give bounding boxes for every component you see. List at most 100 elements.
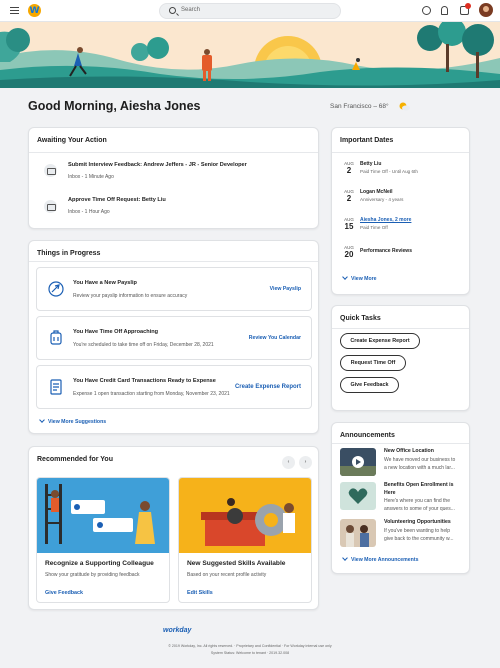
announcement-title: New Office Location <box>384 448 434 454</box>
volunteering-thumbnail <box>340 519 376 547</box>
awaiting-action-title: Awaiting Your Action <box>37 137 107 144</box>
footer-copyright: © 2019 Workday, Inc. All rights reserved… <box>168 644 332 648</box>
recommendation-title: Recognize a Supporting Colleague <box>45 560 154 567</box>
time-off-suggestion: You Have Time Off Approaching You're sch… <box>36 316 312 360</box>
important-dates-card: Important Dates AUG 2 Betty Liu Paid Tim… <box>331 127 470 295</box>
give-feedback-link[interactable]: Give Feedback <box>45 590 83 596</box>
divider <box>332 152 469 153</box>
inbox-task-icon <box>44 200 57 213</box>
announcement-title: Benefits Open Enrollment is <box>384 482 454 488</box>
quick-tasks-card: Quick Tasks Create Expense Report Reques… <box>331 305 470 411</box>
give-feedback-button[interactable]: Give Feedback <box>340 377 399 393</box>
view-more-suggestions-link[interactable]: View More Suggestions <box>39 417 107 425</box>
view-more-announcements-link[interactable]: View More Announcements <box>342 555 419 563</box>
date-title: Logan McNeil <box>360 189 393 195</box>
colleague-illustration <box>37 478 169 553</box>
suggestion-title: You Have Credit Card Transactions Ready … <box>73 378 216 384</box>
awaiting-item-sub: Inbox - 1 Hour Ago <box>68 209 110 215</box>
announcement-title: Volunteering Opportunities <box>384 519 451 525</box>
divider <box>29 152 318 153</box>
chevron-down-icon <box>342 274 348 280</box>
view-payslip-link[interactable]: View Payslip <box>270 286 301 292</box>
announcement-item[interactable]: New Office Location We have moved our bu… <box>339 448 467 482</box>
partly-sunny-icon <box>399 102 410 111</box>
review-calendar-link[interactable]: Review You Calendar <box>249 335 301 341</box>
create-expense-report-link[interactable]: Create Expense Report <box>235 384 301 390</box>
divider <box>332 443 469 444</box>
announcements-title: Announcements <box>340 432 395 439</box>
office-video-thumbnail <box>340 448 376 476</box>
recommended-title: Recommended for You <box>37 456 113 463</box>
awaiting-action-card: Awaiting Your Action Submit Interview Fe… <box>28 127 319 229</box>
chevron-down-icon <box>342 555 348 561</box>
awaiting-item-sub: Inbox - 1 Minute Ago <box>68 174 114 180</box>
announcement-desc: Here's where you can find the <box>384 498 450 504</box>
create-expense-report-button[interactable]: Create Expense Report <box>340 333 420 349</box>
edit-skills-link[interactable]: Edit Skills <box>187 590 213 596</box>
date-item[interactable]: AUG 20 Performance Reviews <box>339 243 469 271</box>
date-sub: Paid Time Off <box>360 225 388 230</box>
announcement-desc: give back to the community w... <box>384 536 454 542</box>
date-title: Betty Liu <box>360 161 382 167</box>
announcement-desc: If you've been wanting to help <box>384 528 451 534</box>
expense-suggestion: You Have Credit Card Transactions Ready … <box>36 365 312 409</box>
chevron-down-icon <box>39 417 45 423</box>
carousel-next-button[interactable]: › <box>299 456 312 469</box>
suitcase-icon <box>50 330 62 345</box>
top-navigation-bar: Search <box>0 0 500 22</box>
recommendation-desc: Show your gratitude by providing feedbac… <box>45 572 140 578</box>
date-title: Performance Reviews <box>360 248 412 254</box>
suggestion-desc: Review your payslip information to ensur… <box>73 293 188 299</box>
important-dates-title: Important Dates <box>340 137 394 144</box>
carousel-prev-button[interactable]: ‹ <box>282 456 295 469</box>
menu-icon[interactable] <box>10 7 19 14</box>
page-title: Good Morning, Aiesha Jones <box>28 99 201 113</box>
search-input[interactable]: Search <box>159 3 341 19</box>
request-time-off-button[interactable]: Request Time Off <box>340 355 406 371</box>
workday-logo-icon[interactable] <box>28 2 41 17</box>
recommendation-card[interactable]: New Suggested Skills Available Based on … <box>178 477 312 603</box>
awaiting-item-title[interactable]: Approve Time Off Request: Betty Liu <box>68 197 166 203</box>
date-sub: Paid Time Off - Until Aug 6th <box>360 169 418 174</box>
view-more-dates-link[interactable]: View More <box>342 274 377 282</box>
suggestion-title: You Have a New Payslip <box>73 280 137 286</box>
divider <box>332 328 469 329</box>
view-more-dates-label: View More <box>351 276 377 282</box>
awaiting-item-title[interactable]: Submit Interview Feedback: Andrew Jeffer… <box>68 162 247 168</box>
recommendation-card[interactable]: Recognize a Supporting Colleague Show yo… <box>36 477 170 603</box>
suggestion-desc: You're scheduled to take time off on Fri… <box>73 342 214 348</box>
announcement-desc: We have moved our business to <box>384 457 456 463</box>
footer-logo: workday <box>163 627 192 634</box>
announcement-item[interactable]: Benefits Open Enrollment is Here Here's … <box>339 482 467 516</box>
date-sub: Anniversary - 4 years <box>360 197 404 202</box>
inbox-badge <box>465 3 471 9</box>
weather-text: San Francisco – 68° <box>330 103 389 110</box>
date-title-link[interactable]: Aiesha Jones, 2 more <box>360 217 411 223</box>
date-day: 15 <box>344 222 354 231</box>
view-more-suggestions-label: View More Suggestions <box>48 419 107 425</box>
announcement-desc: a new location with a much lar... <box>384 465 455 471</box>
date-day: 20 <box>344 250 354 259</box>
notifications-bell-icon[interactable] <box>441 6 448 15</box>
suggestion-desc: Expense 1 open transaction starting from… <box>73 391 230 397</box>
view-more-announcements-label: View More Announcements <box>351 557 419 563</box>
date-item[interactable]: AUG 2 Logan McNeil Anniversary - 4 years <box>339 187 469 215</box>
awaiting-item[interactable]: Submit Interview Feedback: Andrew Jeffer… <box>29 158 319 188</box>
quick-tasks-title: Quick Tasks <box>340 315 381 322</box>
divider <box>29 261 318 262</box>
search-placeholder: Search <box>181 7 201 13</box>
chat-icon[interactable] <box>422 6 431 15</box>
announcement-title-line2: Here <box>384 490 396 496</box>
awaiting-item[interactable]: Approve Time Off Request: Betty Liu Inbo… <box>29 192 319 222</box>
recommended-card: Recommended for You ‹ › Recognize a Supp… <box>28 446 319 610</box>
announcement-item[interactable]: Volunteering Opportunities If you've bee… <box>339 519 467 553</box>
date-item[interactable]: AUG 2 Betty Liu Paid Time Off - Until Au… <box>339 159 469 187</box>
suggestion-title: You Have Time Off Approaching <box>73 329 159 335</box>
date-item[interactable]: AUG 15 Aiesha Jones, 2 more Paid Time Of… <box>339 215 469 243</box>
payslip-suggestion: You Have a New Payslip Review your paysl… <box>36 267 312 311</box>
things-in-progress-card: Things in Progress You Have a New Paysli… <box>28 240 319 434</box>
avatar[interactable] <box>479 3 493 17</box>
receipt-icon <box>50 379 62 395</box>
date-day: 2 <box>346 194 352 203</box>
search-icon <box>169 7 176 14</box>
